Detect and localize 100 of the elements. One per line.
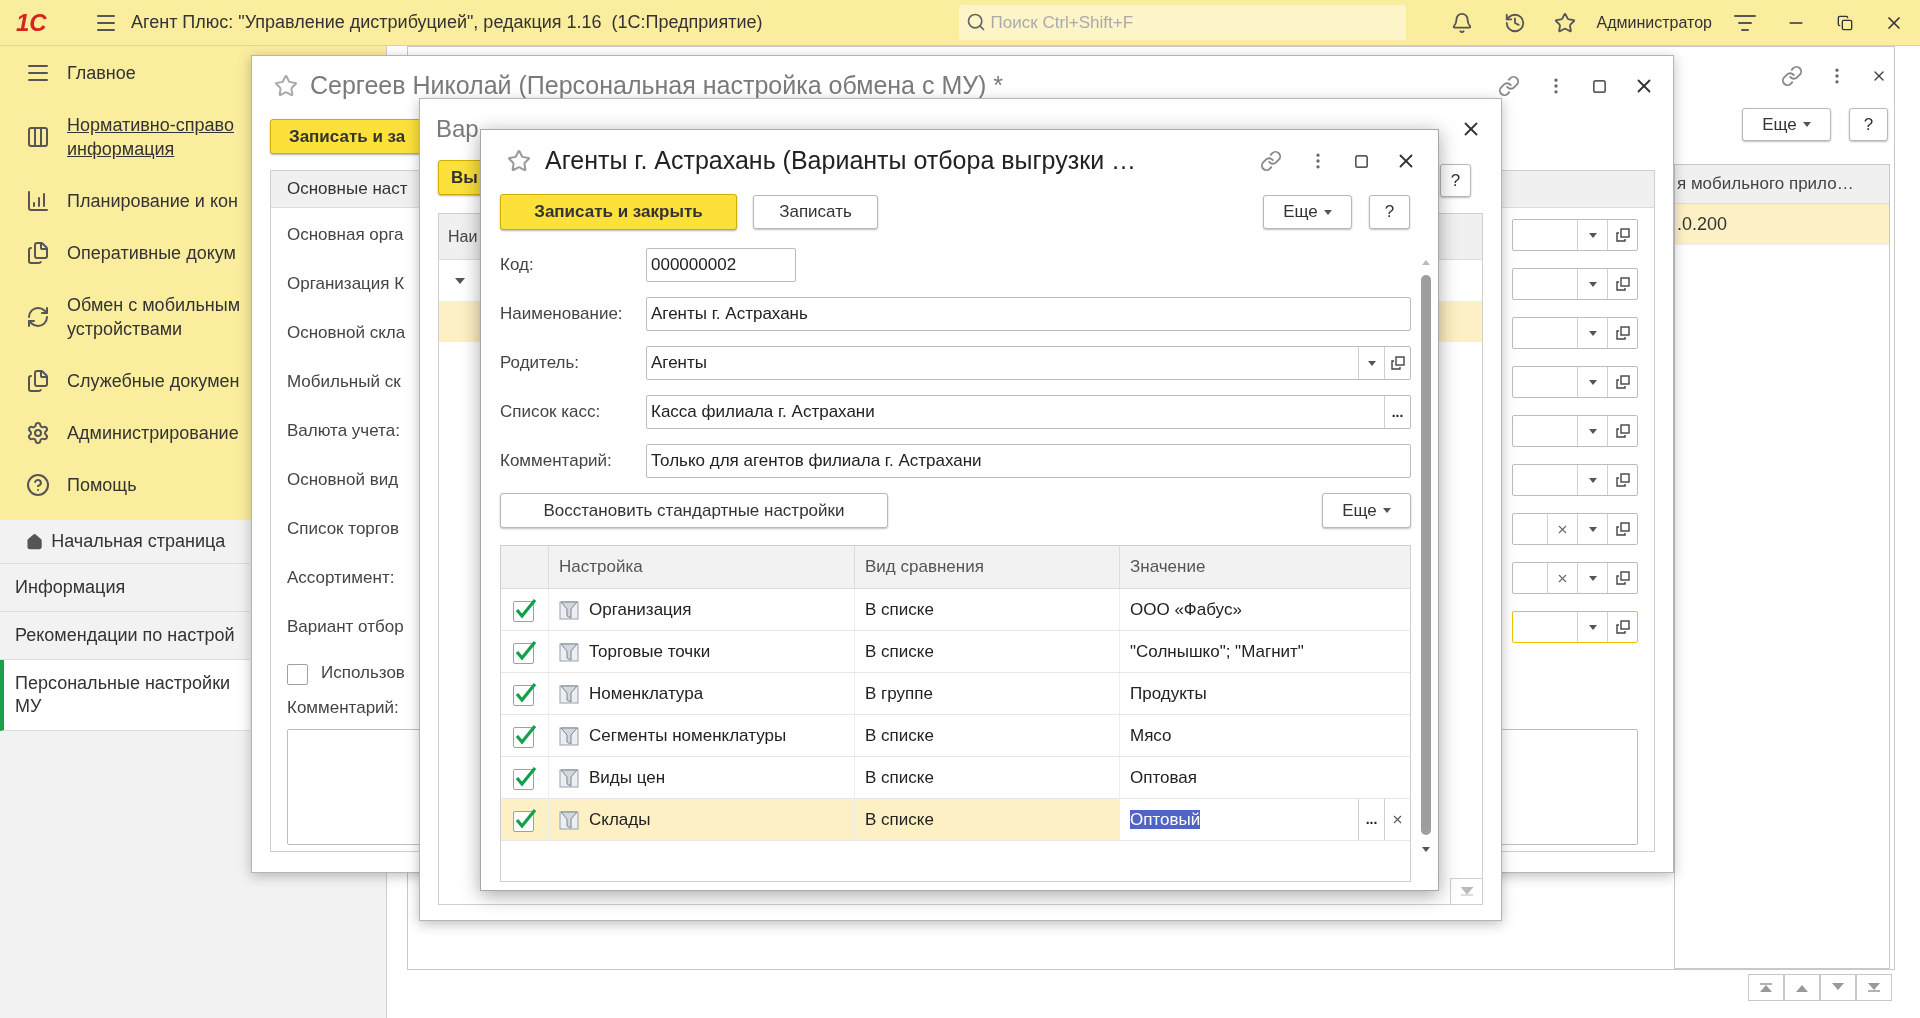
- select-field[interactable]: [1512, 415, 1638, 447]
- field-label: Список касс:: [500, 401, 602, 424]
- field-label: Основной скла: [287, 322, 406, 345]
- help-icon: [26, 473, 50, 497]
- caret-icon: [1588, 428, 1597, 434]
- section-link[interactable]: Администрирование: [67, 421, 249, 445]
- checkbox[interactable]: [512, 723, 537, 748]
- text-field[interactable]: Только для агентов филиала г. Астрахани: [646, 444, 1411, 478]
- table-cell-text: Торговые точки: [589, 640, 711, 663]
- table-cell-text: В списке: [865, 766, 934, 789]
- column-header[interactable]: я мобильного прило…: [1675, 165, 1889, 204]
- scroll-down-arrow-icon[interactable]: [1422, 847, 1430, 852]
- select-field[interactable]: [1512, 317, 1638, 349]
- field-label: Организация К: [287, 273, 405, 296]
- choose-button[interactable]: ...: [1384, 396, 1410, 428]
- table-row[interactable]: Склады В списке Оптовый ...: [501, 799, 1410, 841]
- open-form-icon: [1615, 277, 1630, 291]
- checkbox[interactable]: [512, 807, 537, 832]
- table-row[interactable]: Виды цен В списке Оптовая: [501, 757, 1410, 799]
- scroll-up-button[interactable]: [1784, 974, 1820, 1001]
- section-link[interactable]: Служебные докумен: [67, 369, 249, 393]
- table-row[interactable]: Торговые точки В списке "Солнышко"; "Магнит": [501, 631, 1410, 673]
- more-button[interactable]: Еще: [1322, 493, 1411, 528]
- save-button[interactable]: Записать: [753, 195, 878, 229]
- select-field[interactable]: [1512, 268, 1638, 300]
- star-icon[interactable]: [1553, 11, 1576, 34]
- table-cell-text: Склады: [589, 808, 651, 831]
- table-row[interactable]: Организация В списке ООО «Фабус»: [501, 589, 1410, 631]
- caret-icon: [1588, 624, 1597, 630]
- maximize-icon[interactable]: [1354, 153, 1369, 169]
- caret-icon: [1588, 575, 1597, 581]
- open-form-icon: [1615, 424, 1630, 438]
- more-button[interactable]: Еще: [1742, 108, 1831, 141]
- link-icon[interactable]: [1498, 75, 1520, 97]
- section-link[interactable]: Главное: [67, 61, 249, 85]
- help-button[interactable]: ?: [1440, 164, 1471, 197]
- bell-icon[interactable]: [1450, 11, 1473, 34]
- section-link[interactable]: Оперативные докум: [67, 241, 249, 265]
- user-name[interactable]: Администратор: [1596, 10, 1712, 35]
- page-tab[interactable]: Начальная страница: [0, 520, 250, 564]
- select-field[interactable]: [1512, 611, 1638, 643]
- section-link[interactable]: Обмен с мобильным устройствами: [67, 293, 249, 341]
- more-button[interactable]: Еще: [1263, 195, 1352, 229]
- star-icon[interactable]: [507, 149, 531, 173]
- checkbox[interactable]: [512, 597, 537, 622]
- caret-icon: [1367, 360, 1376, 366]
- open-form-icon: [1615, 620, 1630, 634]
- field-label: Валюта учета:: [287, 420, 400, 443]
- link-icon[interactable]: [1781, 65, 1803, 87]
- save-and-close-button[interactable]: Записать и закрыть: [500, 194, 737, 230]
- select-field[interactable]: [1512, 366, 1638, 398]
- star-icon[interactable]: [274, 74, 298, 98]
- table-cell-text: В списке: [865, 808, 934, 831]
- section-link[interactable]: Планирование и кон: [67, 189, 249, 213]
- help-button[interactable]: ?: [1849, 108, 1888, 141]
- field-label: Комментарий:: [286, 697, 399, 720]
- scroll-down-button[interactable]: [1820, 974, 1856, 1001]
- window-title: Сергеев Николай (Персональная настройка обмена с МУ) *: [310, 70, 1004, 102]
- choose-button[interactable]: ...: [1358, 799, 1384, 840]
- help-button[interactable]: ?: [1369, 195, 1410, 229]
- link-icon[interactable]: [1260, 150, 1282, 172]
- column-header[interactable]: Настройка: [549, 546, 855, 588]
- table-row[interactable]: Сегменты номенклатуры В списке Мясо: [501, 715, 1410, 757]
- reference-field[interactable]: Агенты: [646, 346, 1411, 380]
- code-field[interactable]: 000000002: [646, 248, 796, 282]
- value-input-field[interactable]: Оптовый ...: [1120, 799, 1410, 840]
- checkbox[interactable]: [512, 765, 537, 790]
- section-link[interactable]: Нормативно-справо информация: [67, 113, 249, 161]
- restore-icon[interactable]: [1837, 14, 1853, 31]
- section-link[interactable]: Помощь: [67, 473, 249, 497]
- settings-icon: [26, 421, 50, 445]
- open-form-icon: [1615, 326, 1630, 340]
- page-tab[interactable]: Персональные настройки МУ: [0, 660, 250, 731]
- choice-field[interactable]: Касса филиала г. Астрахани ...: [646, 395, 1411, 429]
- expand-triangle-icon[interactable]: [455, 277, 465, 284]
- down-triangle-icon: [1867, 983, 1881, 992]
- checkbox[interactable]: [287, 661, 311, 685]
- column-header[interactable]: Значение: [1120, 546, 1410, 588]
- table-filter-icon: [559, 599, 579, 620]
- table-cell: .0.200: [1675, 204, 1889, 245]
- scroll-to-top-button[interactable]: [1748, 974, 1784, 1001]
- page-tab[interactable]: Информация: [0, 564, 250, 612]
- scroll-to-bottom-button[interactable]: [1856, 974, 1892, 1001]
- field-label: Код:: [500, 254, 535, 277]
- checkbox[interactable]: [512, 639, 537, 664]
- checkbox[interactable]: [512, 681, 537, 706]
- column-header[interactable]: Вид сравнения: [855, 546, 1120, 588]
- maximize-icon[interactable]: [1592, 78, 1607, 94]
- search-field[interactable]: Поиск Ctrl+Shift+F: [958, 5, 1406, 40]
- select-field[interactable]: [1512, 562, 1638, 594]
- select-field[interactable]: [1512, 464, 1638, 496]
- restore-defaults-button[interactable]: Восстановить стандартные настройки: [500, 493, 888, 528]
- history-icon[interactable]: [1503, 11, 1526, 34]
- table-filter-icon: [559, 809, 579, 830]
- table-filter-icon: [559, 641, 579, 662]
- clear-icon: [1391, 813, 1404, 826]
- select-field[interactable]: [1512, 219, 1638, 251]
- text-field[interactable]: Агенты г. Астрахань: [646, 297, 1411, 331]
- select-field[interactable]: [1512, 513, 1638, 545]
- table-row[interactable]: Номенклатура В группе Продукты: [501, 673, 1410, 715]
